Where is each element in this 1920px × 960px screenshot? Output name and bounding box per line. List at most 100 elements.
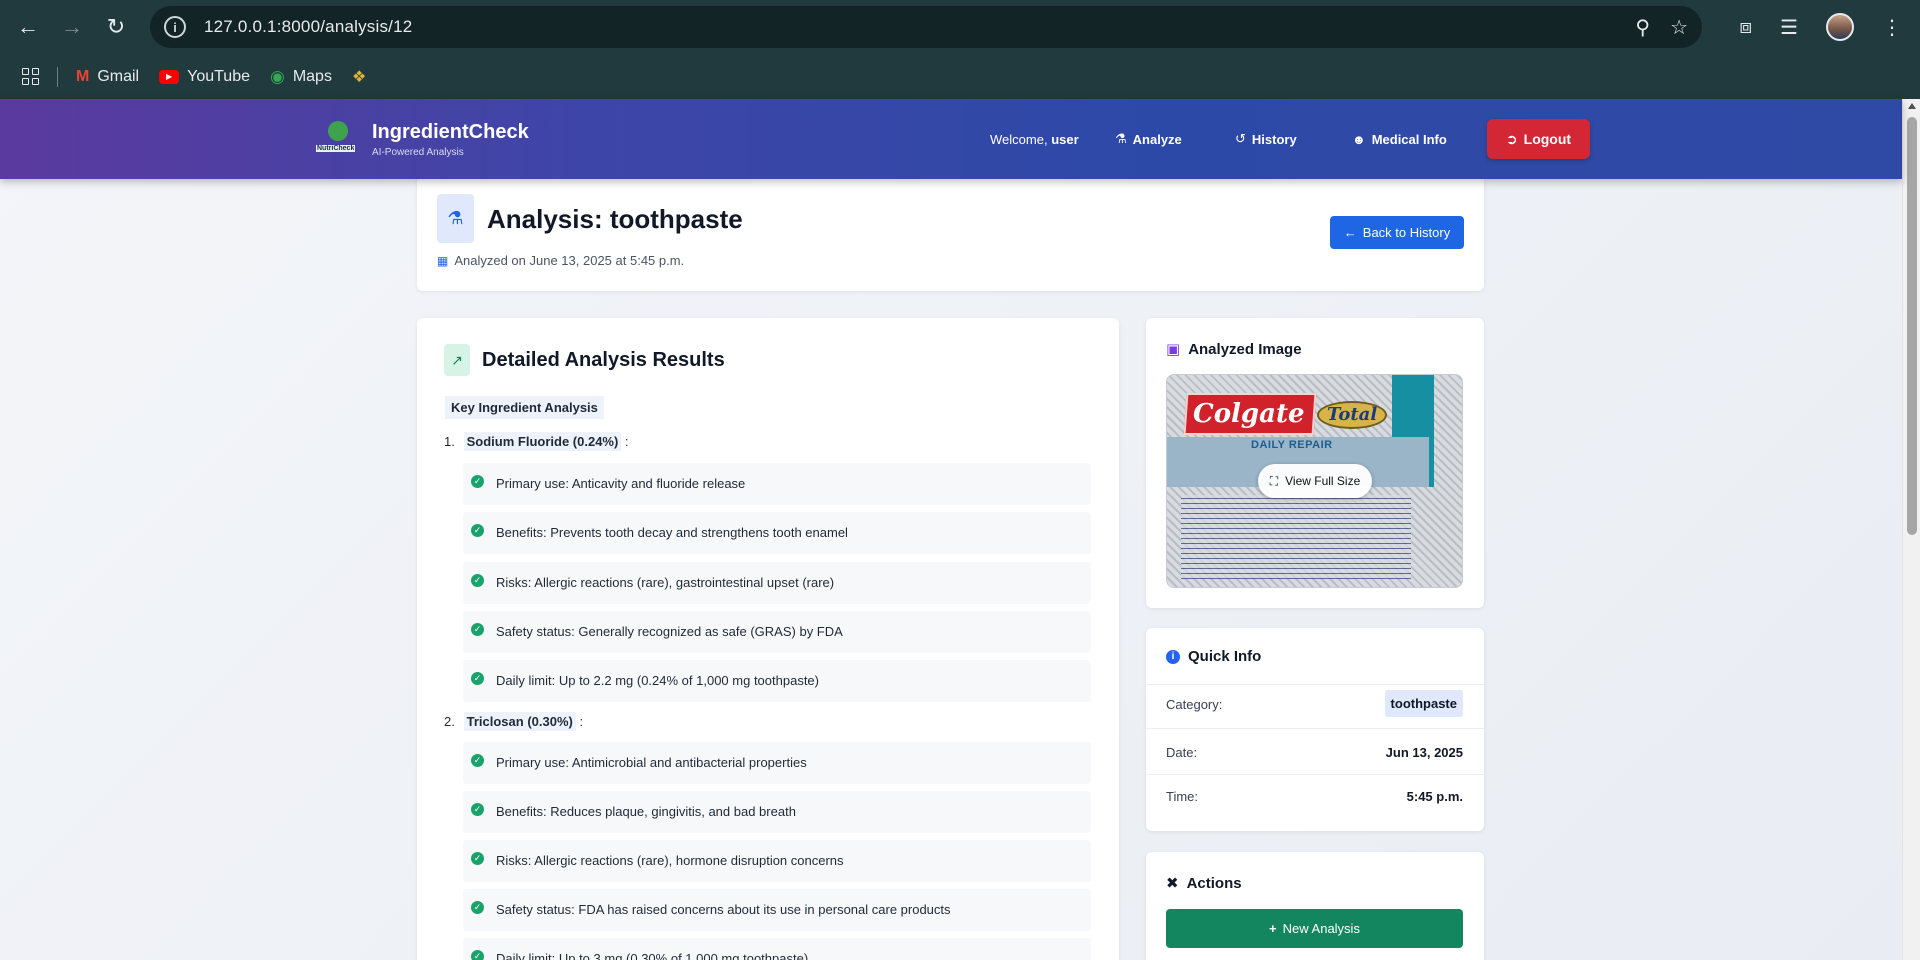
bookmark-label: Gmail [97,67,140,85]
image-icon: ▣ [1166,341,1181,358]
url-text[interactable]: 127.0.0.1:8000/analysis/12 [204,17,412,37]
quick-info-title: Quick Info [1188,648,1262,665]
site-info-icon[interactable]: i [164,16,186,38]
tab-search-icon[interactable]: ☰ [1780,15,1798,40]
expand-icon: ⛶ [1269,473,1279,488]
page-title: Analysis: toothpaste [487,204,743,234]
list-item-text: Benefits: Reduces plaque, gingivitis, an… [496,804,796,819]
results-title: Detailed Analysis Results [482,348,725,371]
back-to-history-button[interactable]: ← Back to History [1330,216,1464,249]
calendar-icon: ▦ [437,253,449,268]
list-item-text: Risks: Allergic reactions (rare), gastro… [496,575,835,590]
list-item: ✓ Risks: Allergic reactions (rare), hormo… [463,840,1091,882]
analyzed-on: ▦ Analyzed on June 13, 2025 at 5:45 p.m. [437,253,684,268]
brand-title: IngredientCheck [372,120,529,143]
check-circle-icon: ✓ [471,852,484,865]
zoom-icon[interactable]: ⚲ [1635,15,1650,40]
list-item: ✓ Safety status: Generally recognized as … [463,611,1091,653]
check-circle-icon: ✓ [471,524,484,537]
actions-card: ✖ Actions + New Analysis [1146,852,1484,960]
bookmark-youtube[interactable]: ▶ YouTube [159,68,250,86]
time-label: Time: [1166,789,1199,804]
logout-icon: ➲ [1505,130,1518,147]
ingredient-title: 2. Triclosan (0.30%) : [444,712,583,731]
list-item-text: Daily limit: Up to 2.2 mg (0.24% of 1,00… [496,673,819,688]
profile-avatar[interactable] [1826,13,1854,41]
nav-analyze-label: Analyze [1132,131,1182,147]
bookmarks-separator [57,66,58,87]
list-item-text: Risks: Allergic reactions (rare), hormon… [496,853,844,868]
ingredient-suffix: : [621,434,629,449]
date-label: Date: [1166,745,1198,760]
address-bar[interactable]: i 127.0.0.1:8000/analysis/12 ⚲ ☆ [150,6,1702,48]
check-circle-icon: ✓ [471,623,484,636]
bookmark-gmail[interactable]: M Gmail [76,68,139,86]
bookmark-extra-icon: ❖ [351,68,367,86]
scrollbar-thumb[interactable] [1907,117,1917,535]
nav-history-label: History [1251,131,1297,147]
nav-medical-label: Medical Info [1371,131,1447,147]
nav-history[interactable]: ↺ History [1235,99,1297,179]
new-analysis-button[interactable]: + New Analysis [1166,909,1463,948]
list-item: ✓ Benefits: Reduces plaque, gingivitis, a… [463,791,1091,833]
results-card: ↗ Detailed Analysis Results Key Ingredie… [417,318,1119,960]
analyzed-image-title: Analyzed Image [1188,340,1302,358]
list-item-text: Benefits: Prevents tooth decay and stren… [496,525,848,540]
leaf-icon [328,121,348,141]
extensions-icon[interactable]: ⧈ [1739,16,1752,39]
view-full-size-button[interactable]: ⛶ View Full Size [1258,464,1372,498]
ingredient-name: Triclosan (0.30%) [463,712,576,731]
list-item-text: Safety status: Generally recognized as s… [496,624,843,639]
scroll-up-icon[interactable] [1908,103,1916,109]
list-item-text: Primary use: Anticavity and fluoride rel… [496,476,746,491]
package-fine-print [1181,495,1411,579]
results-heading: ↗ Detailed Analysis Results [444,344,725,376]
key-ingredient-label: Key Ingredient Analysis [445,396,604,419]
list-item: ✓ Risks: Allergic reactions (rare), gastr… [463,562,1091,604]
apps-grid-icon[interactable] [22,68,39,85]
logout-button[interactable]: ➲ Logout [1487,119,1590,159]
product-image[interactable]: Colgate Total DAILY REPAIR ⛶ View Full S… [1166,374,1463,588]
browser-menu-icon[interactable]: ⋮ [1882,15,1902,40]
brand-logo: NutriCheck [316,119,358,159]
nav-analyze[interactable]: ⚗ Analyze [1115,99,1182,179]
ingredient-name: Sodium Fluoride (0.24%) [463,432,622,451]
app-header: NutriCheck IngredientCheck AI-Powered An… [0,99,1902,179]
reload-icon[interactable]: ↻ [94,5,138,49]
ingredient-number: 2. [444,714,455,729]
microscope-icon: ⚗ [1115,131,1127,146]
time-value: 5:45 p.m. [1406,789,1463,804]
quick-info-date: Date: Jun 13, 2025 [1166,745,1463,760]
category-label: Category: [1166,697,1223,712]
arrow-left-icon: ← [1343,225,1357,240]
list-item-text: Safety status: FDA has raised concerns a… [496,902,951,917]
plus-icon: + [1269,921,1277,936]
package-brand-text: Colgate [1193,399,1305,429]
brand[interactable]: NutriCheck IngredientCheck AI-Powered An… [316,119,529,159]
list-item: ✓ Primary use: Anticavity and fluoride re… [463,463,1091,505]
forward-arrow-icon[interactable]: → [50,5,94,49]
back-arrow-icon[interactable]: ← [6,5,50,49]
analyzed-on-text: Analyzed on June 13, 2025 at 5:45 p.m. [454,253,685,268]
maps-icon: ◉ [269,66,285,86]
user-icon: ☻ [1352,131,1366,147]
nav-medical-info[interactable]: ☻ Medical Info [1352,99,1447,179]
info-circle-icon: i [1166,649,1180,664]
check-circle-icon: ✓ [471,950,484,960]
welcome-prefix: Welcome, [990,131,1048,147]
check-circle-icon: ✓ [471,803,484,816]
microscope-icon: ⚗ [437,194,474,243]
welcome-user: user [1051,131,1079,147]
list-item: ✓ Primary use: Antimicrobial and antibact… [463,742,1091,784]
check-circle-icon: ✓ [471,574,484,587]
page-scrollbar[interactable] [1902,99,1920,960]
back-button-label: Back to History [1362,225,1451,240]
gmail-icon: M [76,67,90,85]
bookmark-extra[interactable]: ❖ [352,67,366,87]
bookmark-star-icon[interactable]: ☆ [1670,15,1688,40]
bookmark-maps[interactable]: ◉ Maps [270,67,332,87]
divider [1146,728,1484,729]
quick-info-heading: i Quick Info [1166,648,1261,665]
logout-label: Logout [1523,131,1572,147]
new-analysis-label: New Analysis [1282,921,1360,936]
